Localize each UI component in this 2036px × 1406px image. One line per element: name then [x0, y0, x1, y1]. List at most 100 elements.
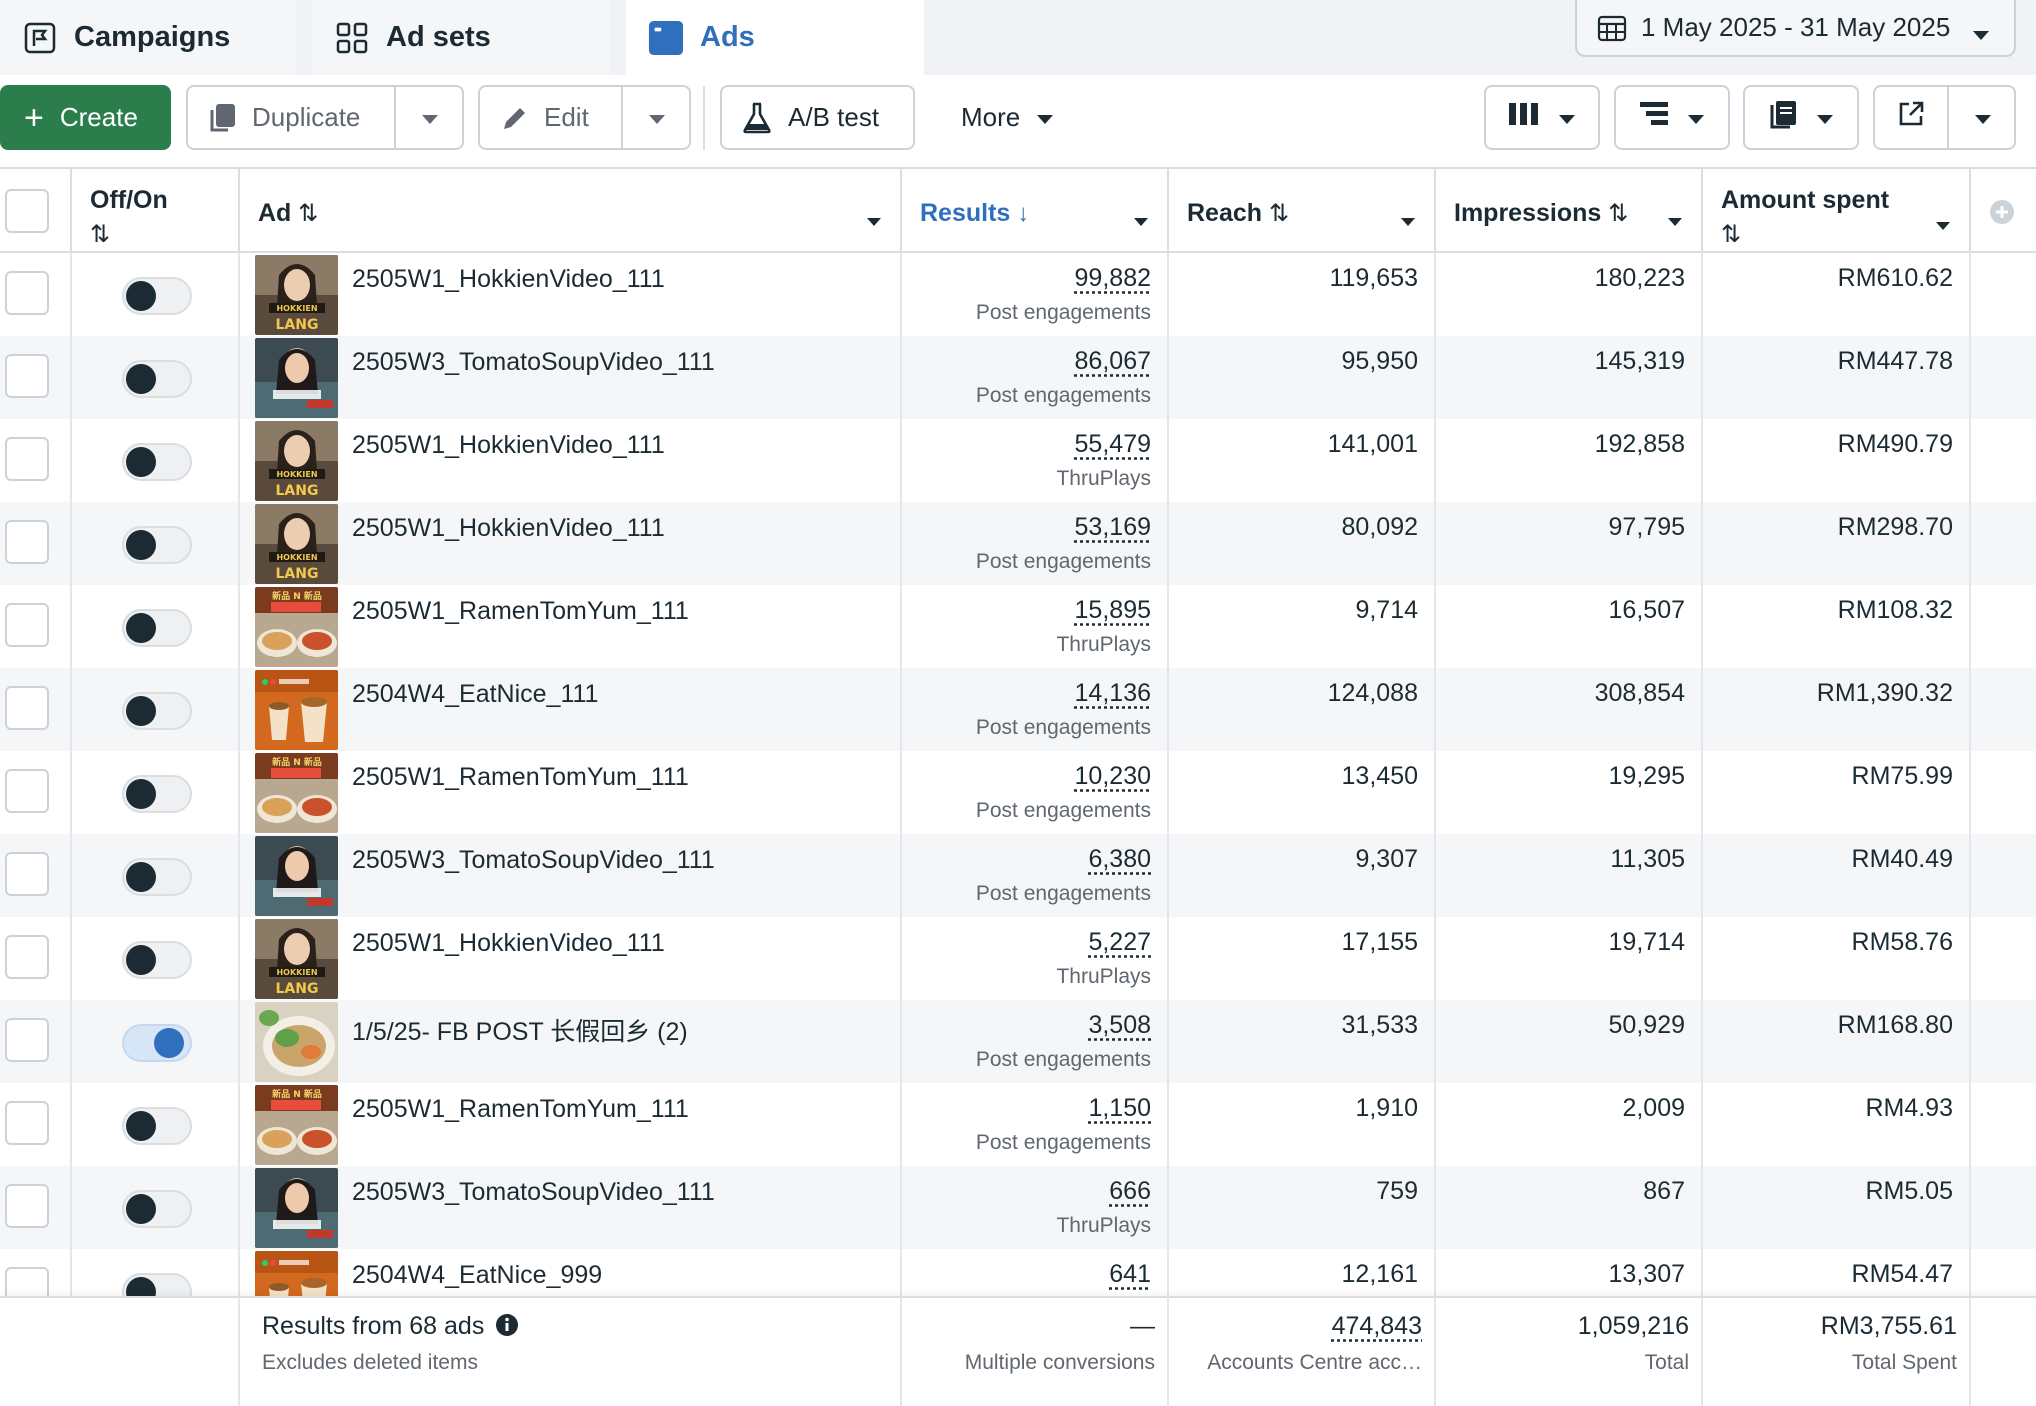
row-checkbox[interactable] — [5, 603, 49, 647]
ad-status-toggle[interactable] — [122, 609, 192, 647]
result-value[interactable]: 6,380 — [1088, 845, 1151, 874]
footer-reach[interactable]: 474,843 — [1332, 1312, 1422, 1341]
more-button[interactable]: More — [935, 85, 1065, 150]
row-checkbox[interactable] — [5, 1184, 49, 1228]
table-row[interactable]: 2505W3_TomatoSoupVideo_111 86,067 Post eng… — [0, 336, 2036, 419]
ad-thumbnail[interactable] — [255, 1168, 338, 1248]
result-value[interactable]: 666 — [1109, 1177, 1151, 1206]
ad-thumbnail[interactable] — [255, 1002, 338, 1082]
table-row[interactable]: 新品 N 新品 2505W1_RamenTomYum_111 10,230 Post … — [0, 751, 2036, 834]
table-row[interactable]: 2505W3_TomatoSoupVideo_111 666 ThruPlays 75… — [0, 1166, 2036, 1249]
row-checkbox[interactable] — [5, 769, 49, 813]
edit-dropdown[interactable] — [623, 87, 691, 148]
ad-thumbnail[interactable]: 新品 N 新品 — [255, 753, 338, 833]
header-ad[interactable]: Ad ⇅ — [240, 169, 902, 253]
table-row[interactable]: HOKKIEN LANG 2505W1_HokkienVideo_111 55,479… — [0, 419, 2036, 502]
row-checkbox[interactable] — [5, 852, 49, 896]
result-value[interactable]: 55,479 — [1075, 430, 1151, 459]
ad-thumbnail[interactable] — [255, 670, 338, 750]
ad-thumbnail[interactable]: 新品 N 新品 — [255, 587, 338, 667]
ad-name[interactable]: 2505W1_RamenTomYum_111 — [352, 763, 689, 792]
tab-ad-sets[interactable]: Ad sets — [312, 0, 610, 75]
chevron-down-icon[interactable] — [1133, 205, 1149, 234]
duplicate-button[interactable]: Duplicate — [188, 87, 394, 148]
ad-name[interactable]: 2505W1_HokkienVideo_111 — [352, 265, 665, 294]
row-checkbox[interactable] — [5, 1018, 49, 1062]
breakdown-button[interactable] — [1614, 85, 1730, 150]
row-checkbox[interactable] — [5, 271, 49, 315]
header-amount-spent[interactable]: Amount spent ⇅ — [1703, 169, 1971, 253]
row-checkbox[interactable] — [5, 354, 49, 398]
result-value[interactable]: 641 — [1109, 1260, 1151, 1289]
ad-name[interactable]: 2505W1_HokkienVideo_111 — [352, 431, 665, 460]
ad-thumbnail[interactable]: HOKKIEN LANG — [255, 919, 338, 999]
row-checkbox[interactable] — [5, 437, 49, 481]
table-row[interactable]: HOKKIEN LANG 2505W1_HokkienVideo_111 53,169… — [0, 502, 2036, 585]
result-value[interactable]: 15,895 — [1075, 596, 1151, 625]
create-button[interactable]: + Create — [0, 85, 171, 150]
ad-status-toggle[interactable] — [122, 775, 192, 813]
tab-campaigns[interactable]: Campaigns — [0, 0, 296, 75]
ad-name[interactable]: 2504W4_EatNice_111 — [352, 680, 598, 709]
chevron-down-icon[interactable] — [866, 205, 882, 234]
ad-name[interactable]: 2505W3_TomatoSoupVideo_111 — [352, 1178, 715, 1207]
info-icon[interactable] — [495, 1313, 519, 1344]
table-row[interactable]: 新品 N 新品 2505W1_RamenTomYum_111 1,150 Post e… — [0, 1083, 2036, 1166]
tab-ads[interactable]: Ads — [626, 0, 924, 75]
table-row[interactable]: 2504W4_EatNice_111 14,136 Post engagements… — [0, 668, 2036, 751]
header-reach[interactable]: Reach ⇅ — [1169, 169, 1436, 253]
ad-name[interactable]: 1/5/25- FB POST 长假回乡 (2) — [352, 1012, 688, 1048]
ad-status-toggle[interactable] — [122, 858, 192, 896]
ad-name[interactable]: 2505W1_HokkienVideo_111 — [352, 514, 665, 543]
ad-status-toggle[interactable] — [122, 443, 192, 481]
table-row[interactable]: HOKKIEN LANG 2505W1_HokkienVideo_111 5,227 T… — [0, 917, 2036, 1000]
export-dropdown[interactable] — [1949, 87, 2016, 148]
ad-status-toggle[interactable] — [122, 941, 192, 979]
ad-status-toggle[interactable] — [122, 1107, 192, 1145]
table-row[interactable]: HOKKIEN LANG 2505W1_HokkienVideo_111 99,882… — [0, 253, 2036, 336]
result-value[interactable]: 14,136 — [1075, 679, 1151, 708]
table-row[interactable]: 新品 N 新品 2505W1_RamenTomYum_111 15,895 ThruP… — [0, 585, 2036, 668]
result-value[interactable]: 53,169 — [1075, 513, 1151, 542]
ad-thumbnail[interactable]: HOKKIEN LANG — [255, 504, 338, 584]
edit-button[interactable]: Edit — [480, 87, 621, 148]
chevron-down-icon[interactable] — [1400, 205, 1416, 234]
header-impressions[interactable]: Impressions ⇅ — [1436, 169, 1703, 253]
row-checkbox[interactable] — [5, 935, 49, 979]
ad-status-toggle[interactable] — [122, 526, 192, 564]
ad-thumbnail[interactable] — [255, 338, 338, 418]
ad-thumbnail[interactable]: 新品 N 新品 — [255, 1085, 338, 1165]
ad-status-toggle[interactable] — [122, 692, 192, 730]
chevron-down-icon[interactable] — [1667, 205, 1683, 234]
ad-thumbnail[interactable]: HOKKIEN LANG — [255, 421, 338, 501]
table-row[interactable]: 2505W3_TomatoSoupVideo_111 6,380 Post enga… — [0, 834, 2036, 917]
chevron-down-icon[interactable] — [1935, 209, 1951, 238]
ad-status-toggle[interactable] — [122, 1024, 192, 1062]
row-checkbox[interactable] — [5, 1101, 49, 1145]
ad-name[interactable]: 2504W4_EatNice_999 — [352, 1261, 602, 1290]
ad-thumbnail[interactable]: HOKKIEN LANG — [255, 255, 338, 335]
ad-status-toggle[interactable] — [122, 360, 192, 398]
export-button[interactable] — [1875, 87, 1947, 148]
ad-name[interactable]: 2505W1_RamenTomYum_111 — [352, 1095, 689, 1124]
ad-name[interactable]: 2505W1_HokkienVideo_111 — [352, 929, 665, 958]
result-value[interactable]: 86,067 — [1075, 347, 1151, 376]
reports-button[interactable] — [1743, 85, 1859, 150]
ad-name[interactable]: 2505W3_TomatoSoupVideo_111 — [352, 348, 715, 377]
ad-thumbnail[interactable] — [255, 836, 338, 916]
header-toggle[interactable]: Off/On ⇅ — [72, 169, 240, 253]
ad-name[interactable]: 2505W1_RamenTomYum_111 — [352, 597, 689, 626]
ad-name[interactable]: 2505W3_TomatoSoupVideo_111 — [352, 846, 715, 875]
columns-button[interactable] — [1484, 85, 1600, 150]
result-value[interactable]: 5,227 — [1088, 928, 1151, 957]
row-checkbox[interactable] — [5, 520, 49, 564]
header-add-column[interactable] — [1971, 169, 2036, 253]
select-all-checkbox[interactable] — [5, 189, 49, 233]
date-range-picker[interactable]: 1 May 2025 - 31 May 2025 — [1575, 0, 2016, 57]
result-value[interactable]: 10,230 — [1075, 762, 1151, 791]
ab-test-button[interactable]: A/B test — [720, 85, 915, 150]
header-results[interactable]: Results ↓ — [902, 169, 1169, 253]
ad-status-toggle[interactable] — [122, 277, 192, 315]
result-value[interactable]: 3,508 — [1088, 1011, 1151, 1040]
table-row[interactable]: 1/5/25- FB POST 长假回乡 (2) 3,508 Post engage… — [0, 1000, 2036, 1083]
